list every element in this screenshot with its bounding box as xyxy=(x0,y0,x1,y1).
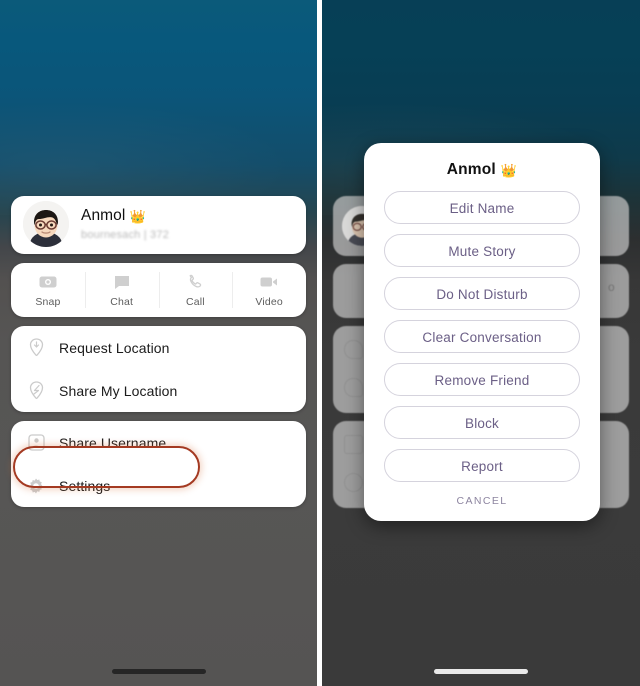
contact-card-icon xyxy=(25,432,47,454)
profile-text-block: Anmol 👑 bournesach | 372 xyxy=(81,207,169,241)
row-share-my-location-label: Share My Location xyxy=(59,382,178,399)
quick-action-chat-label: Chat xyxy=(110,295,134,308)
profile-row[interactable]: Anmol 👑 bournesach | 372 xyxy=(11,196,306,254)
dim-icon-request-location xyxy=(344,340,363,359)
location-pin-down-icon xyxy=(25,337,47,359)
profile-display-name: Anmol 👑 xyxy=(81,207,169,225)
bitmoji-avatar[interactable] xyxy=(23,201,69,247)
row-request-location[interactable]: Request Location xyxy=(11,326,306,369)
profile-display-name-text: Anmol xyxy=(81,207,126,225)
gear-icon xyxy=(25,475,47,497)
crown-emoji-icon: 👑 xyxy=(500,162,518,178)
modal-title: Anmol 👑 xyxy=(364,143,600,191)
modal-option-mute-story[interactable]: Mute Story xyxy=(384,234,580,267)
row-request-location-label: Request Location xyxy=(59,339,170,356)
quick-actions-card: Snap Chat Call Video xyxy=(11,263,306,317)
profile-card-stack: Anmol 👑 bournesach | 372 Snap Chat Call … xyxy=(11,196,306,516)
quick-action-snap[interactable]: Snap xyxy=(11,263,85,317)
quick-action-video-label: Video xyxy=(255,295,283,308)
modal-option-edit-name[interactable]: Edit Name xyxy=(384,191,580,224)
location-pin-icon xyxy=(25,380,47,402)
row-share-username-label: Share Username xyxy=(59,434,167,451)
right-phone-panel: o Anmol 👑 Edit Name Mute Story Do Not Di… xyxy=(322,0,640,686)
quick-action-call[interactable]: Call xyxy=(158,263,233,317)
row-settings-label: Settings xyxy=(59,477,111,494)
row-settings[interactable]: Settings xyxy=(11,464,306,507)
row-share-my-location[interactable]: Share My Location xyxy=(11,369,306,412)
crown-emoji-icon: 👑 xyxy=(129,208,146,224)
left-phone-panel: Anmol 👑 bournesach | 372 Snap Chat Call … xyxy=(0,0,317,686)
location-options-card: Request Location Share My Location xyxy=(11,326,306,412)
camera-icon xyxy=(38,273,57,292)
modal-option-remove-friend[interactable]: Remove Friend xyxy=(384,363,580,396)
friend-options-modal: Anmol 👑 Edit Name Mute Story Do Not Dist… xyxy=(364,143,600,521)
panel-divider xyxy=(317,0,322,686)
dim-icon-settings xyxy=(344,473,363,492)
quick-action-chat[interactable]: Chat xyxy=(84,263,159,317)
modal-option-report[interactable]: Report xyxy=(384,449,580,482)
modal-cancel-button[interactable]: CANCEL xyxy=(364,488,600,507)
settings-options-card: Share Username Settings xyxy=(11,421,306,507)
chat-bubble-icon xyxy=(112,273,131,292)
dim-text-fragment: o xyxy=(608,280,615,294)
dim-icon-share-username xyxy=(344,435,363,454)
modal-option-block[interactable]: Block xyxy=(384,406,580,439)
video-camera-icon xyxy=(260,273,279,292)
screenshot-root: Anmol 👑 bournesach | 372 Snap Chat Call … xyxy=(0,0,640,686)
phone-icon xyxy=(186,273,205,292)
modal-option-do-not-disturb[interactable]: Do Not Disturb xyxy=(384,277,580,310)
quick-actions-strip: Snap Chat Call Video xyxy=(11,263,306,317)
quick-action-video[interactable]: Video xyxy=(232,263,306,317)
row-share-username[interactable]: Share Username xyxy=(11,421,306,464)
home-indicator-right xyxy=(434,669,528,674)
home-indicator-left xyxy=(111,669,206,674)
profile-username-snapscore: bournesach | 372 xyxy=(81,228,170,241)
modal-title-text: Anmol xyxy=(446,161,496,178)
quick-action-call-label: Call xyxy=(186,295,205,308)
modal-option-clear-conversation[interactable]: Clear Conversation xyxy=(384,320,580,353)
dim-icon-share-location xyxy=(344,378,363,397)
quick-action-snap-label: Snap xyxy=(35,295,61,308)
profile-card: Anmol 👑 bournesach | 372 xyxy=(11,196,306,254)
